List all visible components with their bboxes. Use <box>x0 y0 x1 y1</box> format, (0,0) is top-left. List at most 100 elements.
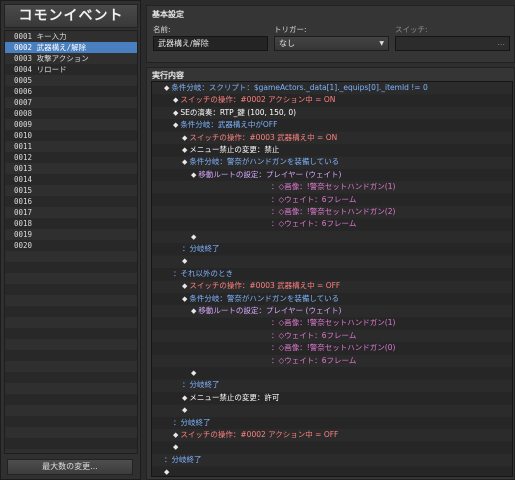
event-list-item[interactable]: 0014 <box>5 174 137 185</box>
command-text: 条件分岐：警奈がハンドガンを装備している <box>189 157 340 167</box>
command-line[interactable]: ：分岐終了 <box>152 379 512 391</box>
command-line[interactable]: ◆ <box>152 255 512 267</box>
command-text: 条件分岐：武器構え中がOFF <box>180 120 278 130</box>
contents-section: 実行内容 ◆ 条件分岐：スクリプト：$gameActors._data[1]._e… <box>146 67 515 480</box>
name-field[interactable]: 武器構え/解除 <box>153 36 268 51</box>
trigger-label: トリガー: <box>274 25 307 34</box>
event-list-item[interactable]: 0019 <box>5 229 137 240</box>
command-text: ：◇ウェイト：6フレーム <box>271 219 357 229</box>
event-list-item[interactable]: 0009 <box>5 119 137 130</box>
command-line[interactable]: ◆ スイッチの操作：#0002 アクション中 = OFF <box>152 429 512 441</box>
command-line[interactable]: ：分岐終了 <box>152 417 512 429</box>
command-text: ：分岐終了 <box>173 417 211 427</box>
command-marker-icon: ◆ <box>191 368 197 377</box>
command-line[interactable]: ：分岐終了 <box>152 454 512 466</box>
command-marker-icon: ◆ <box>173 430 179 439</box>
command-line[interactable]: ◆ スイッチの操作：#0002 アクション中 = ON <box>152 94 512 106</box>
command-text: ：◇画像：!警奈セットハンドガン(0) <box>271 343 396 353</box>
command-line[interactable]: ◆ 条件分岐：武器構え中がOFF <box>152 119 512 131</box>
command-list[interactable]: ◆ 条件分岐：スクリプト：$gameActors._data[1]._equips… <box>151 81 513 477</box>
command-line[interactable]: ◆ スイッチの操作：#0003 武器構え中 = ON <box>152 132 512 144</box>
contents-title: 実行内容 <box>152 71 184 80</box>
command-marker-icon: ◆ <box>173 121 179 130</box>
chevron-down-icon: ▼ <box>379 40 384 47</box>
basic-settings-section: 基本設定 名前: 武器構え/解除 トリガー: なし ▼ スイッチ: ... <box>146 5 515 63</box>
event-list-item[interactable]: 0004 リロード <box>5 64 137 75</box>
command-marker-icon: ◆ <box>164 468 170 477</box>
command-text: ：◇画像：!警奈セットハンドガン(2) <box>271 206 396 216</box>
command-line[interactable]: ◆ <box>152 231 512 243</box>
command-line[interactable]: ◆ 条件分岐：警奈がハンドガンを装備している <box>152 293 512 305</box>
event-list-item[interactable]: 0016 <box>5 196 137 207</box>
command-text: ：◇ウェイト：6フレーム <box>271 194 357 204</box>
command-line[interactable]: ：◇画像：!警奈セットハンドガン(0) <box>152 342 512 354</box>
event-editor: 基本設定 名前: 武器構え/解除 トリガー: なし ▼ スイッチ: ... 実行… <box>146 5 515 480</box>
command-marker-icon: ◆ <box>182 294 188 303</box>
command-text: メニュー禁止の変更：許可 <box>189 392 280 402</box>
command-line[interactable]: ：◇ウェイト：6フレーム <box>152 194 512 206</box>
command-line[interactable]: ◆ メニュー禁止の変更：禁止 <box>152 144 512 156</box>
command-text: メニュー禁止の変更：禁止 <box>189 144 280 154</box>
common-event-panel: コモンイベント 0001 キー入力 0002 武器構え/解除 0003 攻撃アクショ… <box>0 0 141 480</box>
command-text: ：◇画像：!警奈セットハンドガン(1) <box>271 318 396 328</box>
command-line[interactable]: ◆ メニュー禁止の変更：許可 <box>152 392 512 404</box>
event-list-item[interactable]: 0010 <box>5 130 137 141</box>
event-list-item[interactable]: 0017 <box>5 207 137 218</box>
event-list-item[interactable]: 0020 <box>5 240 137 251</box>
command-text: 条件分岐：警奈がハンドガンを装備している <box>189 293 340 303</box>
event-list-item[interactable]: 0011 <box>5 141 137 152</box>
panel-title: コモンイベント <box>4 4 138 28</box>
command-line[interactable]: ◆ SEの演奏：RTP_鍵 (100, 150, 0) <box>152 107 512 119</box>
switch-field: ... <box>395 36 510 51</box>
command-line[interactable]: ：◇画像：!警奈セットハンドガン(1) <box>152 181 512 193</box>
event-list-item[interactable]: 0015 <box>5 185 137 196</box>
command-marker-icon: ◆ <box>173 96 179 105</box>
command-line[interactable]: ◆ スイッチの操作：#0003 武器構え中 = OFF <box>152 280 512 292</box>
name-label: 名前: <box>153 25 171 34</box>
command-line[interactable]: ◆ 移動ルートの設定：プレイヤー (ウェイト) <box>152 305 512 317</box>
command-marker-icon: ◆ <box>182 257 188 266</box>
event-list-item[interactable]: 0002 武器構え/解除 <box>5 42 137 53</box>
command-text: ：分岐終了 <box>182 244 220 254</box>
command-line[interactable]: ◆ <box>152 466 512 477</box>
command-line[interactable]: ：それ以外のとき <box>152 268 512 280</box>
command-line[interactable]: ：◇画像：!警奈セットハンドガン(2) <box>152 206 512 218</box>
command-text: スイッチの操作：#0002 アクション中 = OFF <box>180 429 339 439</box>
command-text: ：分岐終了 <box>164 454 202 464</box>
command-marker-icon: ◆ <box>191 232 197 241</box>
change-maximum-button[interactable]: 最大数の変更... <box>7 459 133 475</box>
trigger-value: なし <box>279 39 295 48</box>
command-line[interactable]: ：◇ウェイト：6フレーム <box>152 218 512 230</box>
event-list-item[interactable]: 0003 攻撃アクション <box>5 53 137 64</box>
event-list-item[interactable]: 0001 キー入力 <box>5 31 137 42</box>
command-text: 移動ルートの設定：プレイヤー (ウェイト) <box>198 306 342 316</box>
command-text: ：分岐終了 <box>182 380 220 390</box>
command-text: スイッチの操作：#0003 武器構え中 = OFF <box>189 281 341 291</box>
event-list-item[interactable]: 0013 <box>5 163 137 174</box>
event-list-item[interactable]: 0007 <box>5 97 137 108</box>
command-line[interactable]: ：◇ウェイト：6フレーム <box>152 330 512 342</box>
event-list[interactable]: 0001 キー入力 0002 武器構え/解除 0003 攻撃アクション 0004 リロ… <box>4 30 138 454</box>
event-list-item[interactable]: 0008 <box>5 108 137 119</box>
command-text: 条件分岐：スクリプト：$gameActors._data[1]._equips[… <box>171 83 428 92</box>
command-line[interactable]: ◆ <box>152 367 512 379</box>
command-line[interactable]: ◆ 移動ルートの設定：プレイヤー (ウェイト) <box>152 169 512 181</box>
command-marker-icon: ◆ <box>182 282 188 291</box>
event-list-item[interactable]: 0005 <box>5 75 137 86</box>
command-marker-icon: ◆ <box>191 307 197 316</box>
command-line[interactable]: ◆ 条件分岐：スクリプト：$gameActors._data[1]._equips… <box>152 82 512 94</box>
command-text: ：それ以外のとき <box>173 268 233 278</box>
command-text: スイッチの操作：#0003 武器構え中 = ON <box>189 132 338 142</box>
command-marker-icon: ◆ <box>164 84 170 92</box>
event-list-item[interactable]: 0018 <box>5 218 137 229</box>
command-line[interactable]: ：分岐終了 <box>152 243 512 255</box>
switch-label: スイッチ: <box>395 25 428 34</box>
event-list-item[interactable]: 0012 <box>5 152 137 163</box>
trigger-select[interactable]: なし ▼ <box>274 36 389 51</box>
command-line[interactable]: ◆ <box>152 441 512 453</box>
command-line[interactable]: ◆ <box>152 404 512 416</box>
event-list-item[interactable]: 0006 <box>5 86 137 97</box>
command-line[interactable]: ：◇ウェイト：6フレーム <box>152 355 512 367</box>
command-line[interactable]: ◆ 条件分岐：警奈がハンドガンを装備している <box>152 156 512 168</box>
command-line[interactable]: ：◇画像：!警奈セットハンドガン(1) <box>152 317 512 329</box>
